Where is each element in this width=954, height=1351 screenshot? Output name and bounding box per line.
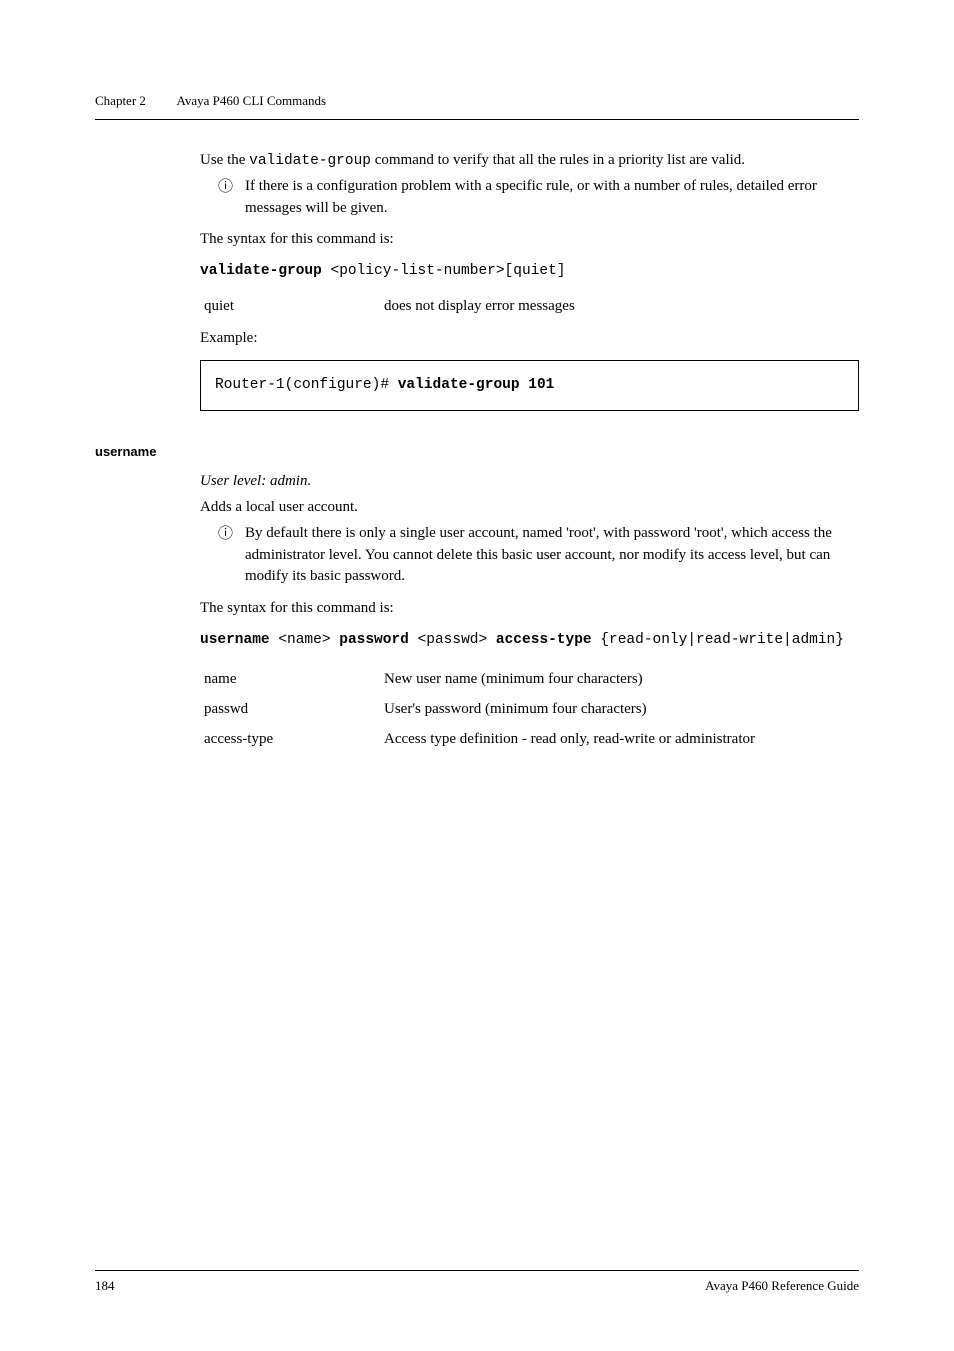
info-icon: ⓘ [218,523,235,588]
footer: 184 Avaya P460 Reference Guide [95,1270,859,1296]
syntax-kw-2: password [339,632,409,648]
chapter-title: Avaya P460 CLI Commands [176,93,326,108]
footer-rule [95,1270,859,1271]
syntax-line: validate-group <policy-list-number>[quie… [200,261,859,282]
param-desc: New user name (minimum four characters) [384,669,859,691]
syntax-txt-1: <name> [270,632,340,648]
param-desc: User's password (minimum four characters… [384,699,859,721]
param-row: passwd User's password (minimum four cha… [204,699,859,721]
param-name: quiet [204,296,384,318]
example-prompt: Router-1(configure)# [215,377,398,393]
chapter-number: Chapter 2 [95,92,146,111]
info-bullet-2: ⓘ By default there is only a single user… [200,523,859,588]
syntax-lead: The syntax for this command is: [200,229,859,251]
section-heading-username: username [95,443,859,462]
syntax-txt-2: <passwd> [409,632,496,648]
param-name: access-type [204,729,384,751]
param-table-2: name New user name (minimum four charact… [204,669,859,750]
param-table: quiet does not display error messages [204,296,859,318]
page-number: 184 [95,1277,115,1296]
syntax-kw-3: access-type [496,632,592,648]
param-row: quiet does not display error messages [204,296,859,318]
info-text: If there is a configuration problem with… [245,176,859,220]
body-column: Use the validate-group command to verify… [95,150,859,750]
info-icon: ⓘ [218,176,235,220]
intro-paragraph: Use the validate-group command to verify… [200,150,859,172]
page: Chapter 2 Avaya P460 CLI Commands Use th… [0,0,954,1351]
param-desc: does not display error messages [384,296,859,318]
syntax-line-2: username <name> password <passwd> access… [200,630,859,651]
syntax-txt-3: {read-only|read-write|admin} [592,632,844,648]
intro-text-b: command to verify that all the rules in … [371,152,745,168]
param-desc: Access type definition - read only, read… [384,729,859,751]
param-name: name [204,669,384,691]
intro-code: validate-group [249,153,371,169]
footer-line: 184 Avaya P460 Reference Guide [95,1277,859,1296]
syntax-keyword: validate-group [200,263,322,279]
example-label: Example: [200,328,859,350]
command-desc: Adds a local user account. [200,497,859,519]
running-head: Chapter 2 Avaya P460 CLI Commands [95,92,859,111]
doc-title: Avaya P460 Reference Guide [705,1277,859,1296]
info-text: By default there is only a single user a… [245,523,859,588]
example-command: validate-group 101 [398,377,555,393]
intro-text-a: Use the [200,152,249,168]
syntax-lead-2: The syntax for this command is: [200,598,859,620]
param-row: access-type Access type definition - rea… [204,729,859,751]
example-code-block: Router-1(configure)# validate-group 101 [200,360,859,411]
info-bullet: ⓘ If there is a configuration problem wi… [200,176,859,220]
syntax-args: <policy-list-number>[quiet] [322,263,566,279]
user-level: User level: admin. [200,471,859,493]
param-row: name New user name (minimum four charact… [204,669,859,691]
syntax-kw-1: username [200,632,270,648]
header-rule [95,119,859,120]
param-name: passwd [204,699,384,721]
